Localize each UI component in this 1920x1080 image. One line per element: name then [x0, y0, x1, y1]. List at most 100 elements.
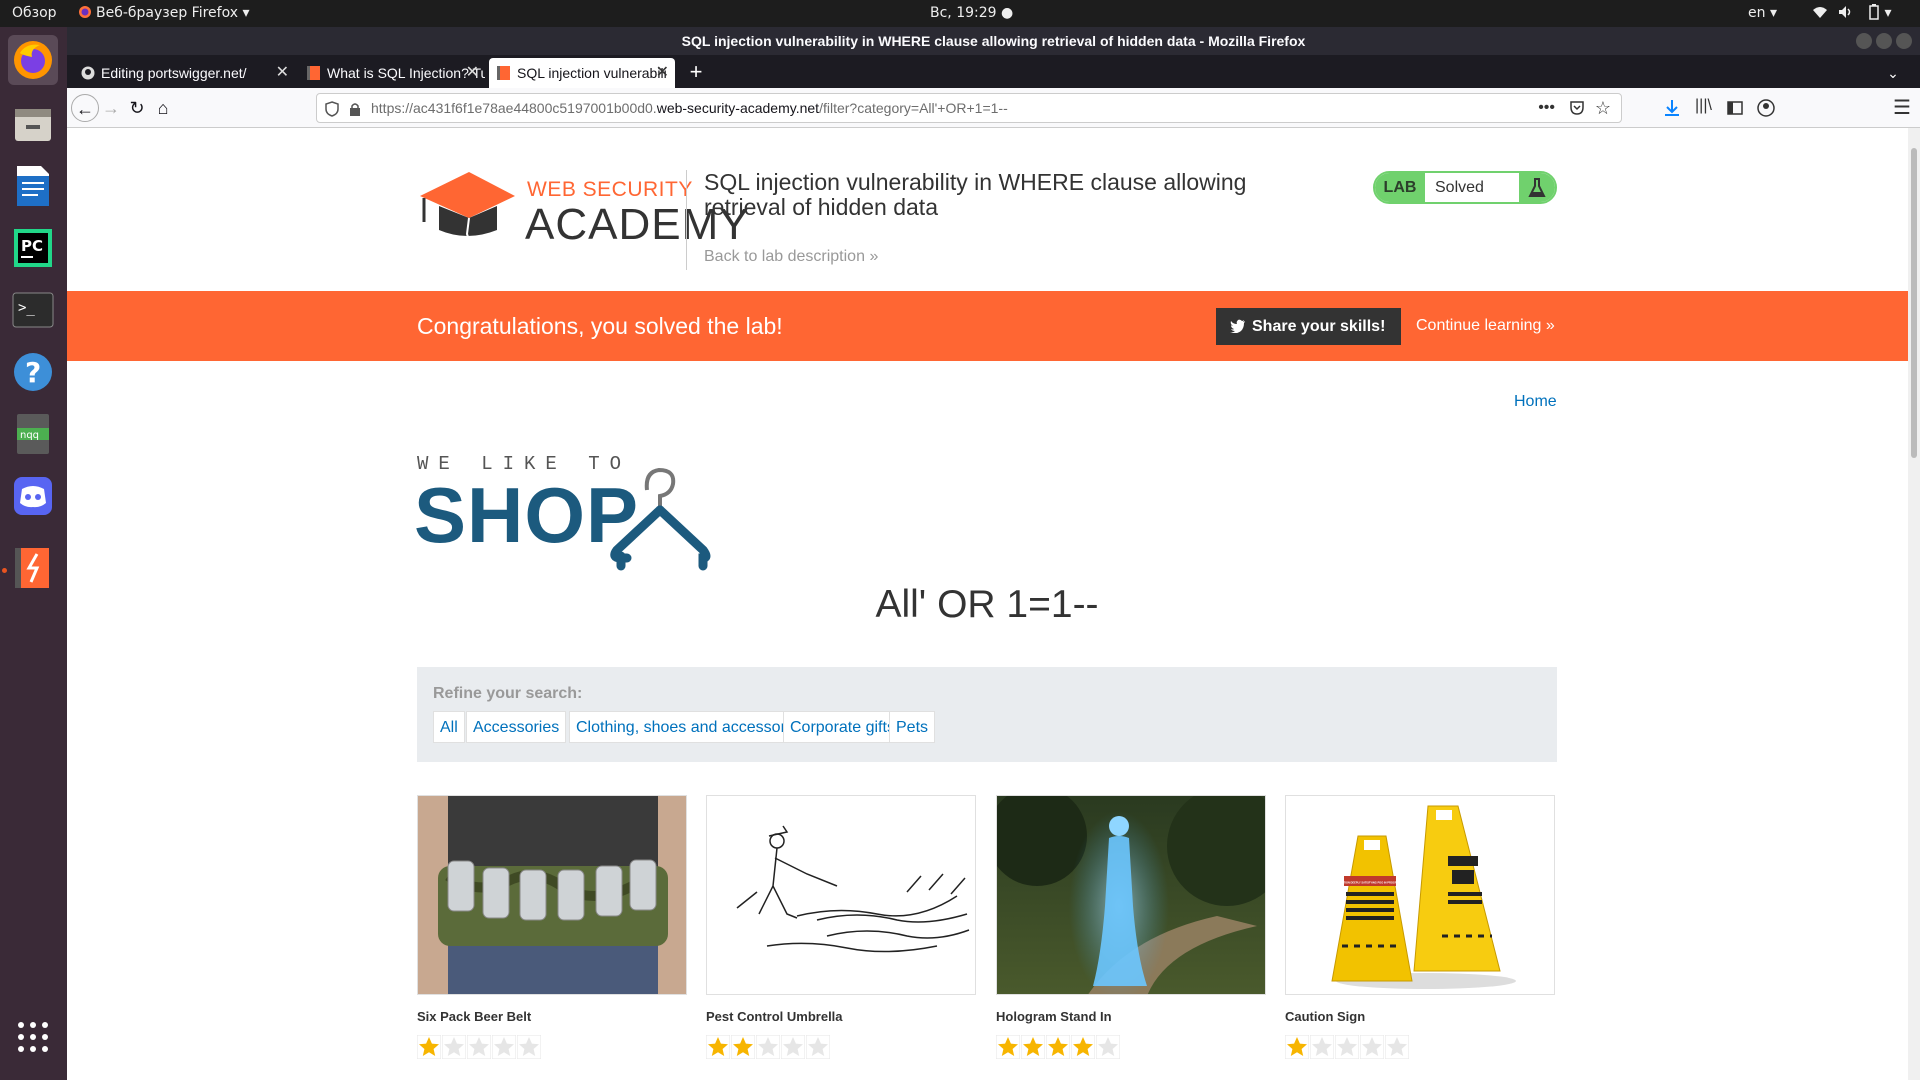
close-window-button[interactable]: [1896, 33, 1912, 49]
tab-sql-injection-lab[interactable]: SQL injection vulnerabili ✕: [489, 58, 675, 88]
product-name[interactable]: Six Pack Beer Belt: [417, 1009, 531, 1024]
dock-firefox[interactable]: [8, 35, 58, 85]
tab-bar: Editing portswigger.net/ ✕ What is SQL I…: [67, 55, 1920, 88]
language-indicator[interactable]: en ▾: [1748, 0, 1777, 27]
files-icon: [15, 109, 51, 141]
activities-button[interactable]: Обзор: [12, 0, 57, 27]
star-empty-icon: [756, 1035, 780, 1059]
account-icon[interactable]: [1757, 99, 1775, 117]
star-empty-icon: [1385, 1035, 1409, 1059]
dock-show-apps[interactable]: [8, 1012, 58, 1062]
bookmark-star-icon[interactable]: ☆: [1595, 94, 1611, 122]
tab-label: Editing portswigger.net/: [101, 65, 247, 81]
category-corporate-gifts[interactable]: Corporate gifts: [783, 711, 902, 743]
url-domain: web-security-academy.net: [656, 100, 820, 116]
clock-label: Вс, 19:29: [930, 5, 997, 21]
page-actions-icon[interactable]: •••: [1538, 94, 1555, 122]
category-all[interactable]: All: [433, 711, 465, 743]
star-filled-icon: [996, 1035, 1020, 1059]
app-grid-icon: [18, 1022, 48, 1052]
close-tab-icon[interactable]: ✕: [466, 58, 479, 88]
dock-pycharm[interactable]: PC: [8, 223, 58, 273]
category-accessories[interactable]: Accessories: [466, 711, 567, 743]
ubuntu-dock: PC >_ ? nqq: [0, 27, 67, 1080]
new-tab-button[interactable]: +: [681, 58, 711, 88]
tab-editing-portswigger[interactable]: Editing portswigger.net/ ✕: [73, 58, 295, 88]
dock-notes-app[interactable]: nqq: [8, 409, 58, 459]
volume-icon[interactable]: [1838, 0, 1854, 27]
category-clothing[interactable]: Clothing, shoes and accessories: [569, 711, 814, 743]
product-image[interactable]: [996, 795, 1266, 995]
flask-icon: [1519, 173, 1555, 202]
congratulations-banner: Congratulations, you solved the lab! Sha…: [67, 291, 1908, 361]
back-button[interactable]: ←: [71, 94, 99, 122]
url-bar[interactable]: https://ac431f6f1e78ae44800c5197001b00d0…: [316, 93, 1622, 123]
category-pets[interactable]: Pets: [889, 711, 936, 743]
close-tab-icon[interactable]: ✕: [656, 58, 669, 88]
star-empty-icon: [1096, 1035, 1120, 1059]
firefox-icon: [14, 41, 52, 79]
notes-icon: nqq: [17, 414, 49, 454]
downloads-icon[interactable]: [1663, 99, 1681, 117]
dock-terminal[interactable]: >_: [8, 285, 58, 335]
library-icon[interactable]: |||\: [1695, 97, 1712, 115]
star-filled-icon: [731, 1035, 755, 1059]
scrollbar-thumb[interactable]: [1911, 148, 1917, 458]
product-image[interactable]: [417, 795, 687, 995]
product-name[interactable]: Pest Control Umbrella: [706, 1009, 843, 1024]
language-label: en: [1748, 5, 1766, 21]
url-text: https://ac431f6f1e78ae44800c5197001b00d0…: [371, 94, 1008, 122]
star-filled-icon: [417, 1035, 441, 1059]
lab-status-badge: LAB Solved: [1373, 171, 1557, 204]
app-menu[interactable]: Веб-браузер Firefox ▾: [78, 0, 250, 27]
menu-hamburger-icon[interactable]: ☰: [1893, 95, 1911, 120]
os-top-panel: Обзор Веб-браузер Firefox ▾ Вс, 19:29 ● …: [0, 0, 1920, 27]
dock-burp-suite[interactable]: [8, 543, 58, 593]
wifi-icon[interactable]: [1812, 0, 1828, 27]
shop-logo-text: SHOP: [414, 471, 640, 559]
star-empty-icon: [806, 1035, 830, 1059]
dock-files[interactable]: [8, 99, 58, 149]
product-image[interactable]: [706, 795, 976, 995]
pocket-icon[interactable]: [1569, 100, 1585, 116]
lock-icon: [350, 103, 360, 116]
reload-button[interactable]: ↻: [123, 94, 151, 122]
forward-button[interactable]: →: [97, 94, 125, 122]
back-link-label: Back to lab description: [704, 248, 865, 265]
tab-what-is-sql-injection[interactable]: What is SQL Injection? Tu ✕: [299, 58, 485, 88]
list-all-tabs-icon[interactable]: ⌄: [1878, 58, 1908, 88]
lab-title: SQL injection vulnerability in WHERE cla…: [704, 169, 1247, 220]
product-name[interactable]: Caution Sign: [1285, 1009, 1365, 1024]
lab-status-text: Solved: [1435, 179, 1484, 196]
page-scrollbar[interactable]: [1908, 128, 1920, 1080]
close-tab-icon[interactable]: ✕: [276, 58, 289, 88]
tab-label: What is SQL Injection? Tu: [327, 65, 485, 81]
product-image[interactable]: CAUTION DEEPLY SATISFYING POO IN PROGRES…: [1285, 795, 1555, 995]
sidebar-icon[interactable]: [1727, 101, 1743, 115]
terminal-icon: >_: [12, 292, 54, 328]
maximize-button[interactable]: [1876, 33, 1892, 49]
category-heading: All' OR 1=1--: [875, 583, 1099, 626]
battery-icon[interactable]: ▾: [1868, 0, 1891, 27]
home-link[interactable]: Home: [1514, 393, 1557, 411]
window-titlebar: SQL injection vulnerability in WHERE cla…: [67, 27, 1920, 55]
svg-text:PC: PC: [21, 237, 43, 255]
dock-help[interactable]: ?: [8, 347, 58, 397]
clock[interactable]: Вс, 19:29 ●: [930, 0, 1013, 27]
star-empty-icon: [492, 1035, 516, 1059]
continue-learning-link[interactable]: Continue learning »: [1416, 291, 1555, 361]
pycharm-icon: PC: [14, 229, 52, 267]
dock-discord[interactable]: [8, 471, 58, 521]
svg-text:?: ?: [25, 356, 41, 389]
star-filled-icon: [706, 1035, 730, 1059]
minimize-button[interactable]: [1856, 33, 1872, 49]
app-menu-label: Веб-браузер Firefox: [96, 5, 239, 21]
product-name[interactable]: Hologram Stand In: [996, 1009, 1112, 1024]
help-icon: ?: [14, 353, 52, 391]
dock-writer[interactable]: [8, 161, 58, 211]
home-button[interactable]: ⌂: [149, 94, 177, 122]
star-filled-icon: [1021, 1035, 1045, 1059]
navigation-toolbar: ← → ↻ ⌂ https://ac431f6f1e78ae44800c5197…: [67, 88, 1920, 128]
back-to-lab-description-link[interactable]: Back to lab description »: [704, 248, 878, 266]
share-your-skills-button[interactable]: Share your skills!: [1216, 308, 1401, 345]
